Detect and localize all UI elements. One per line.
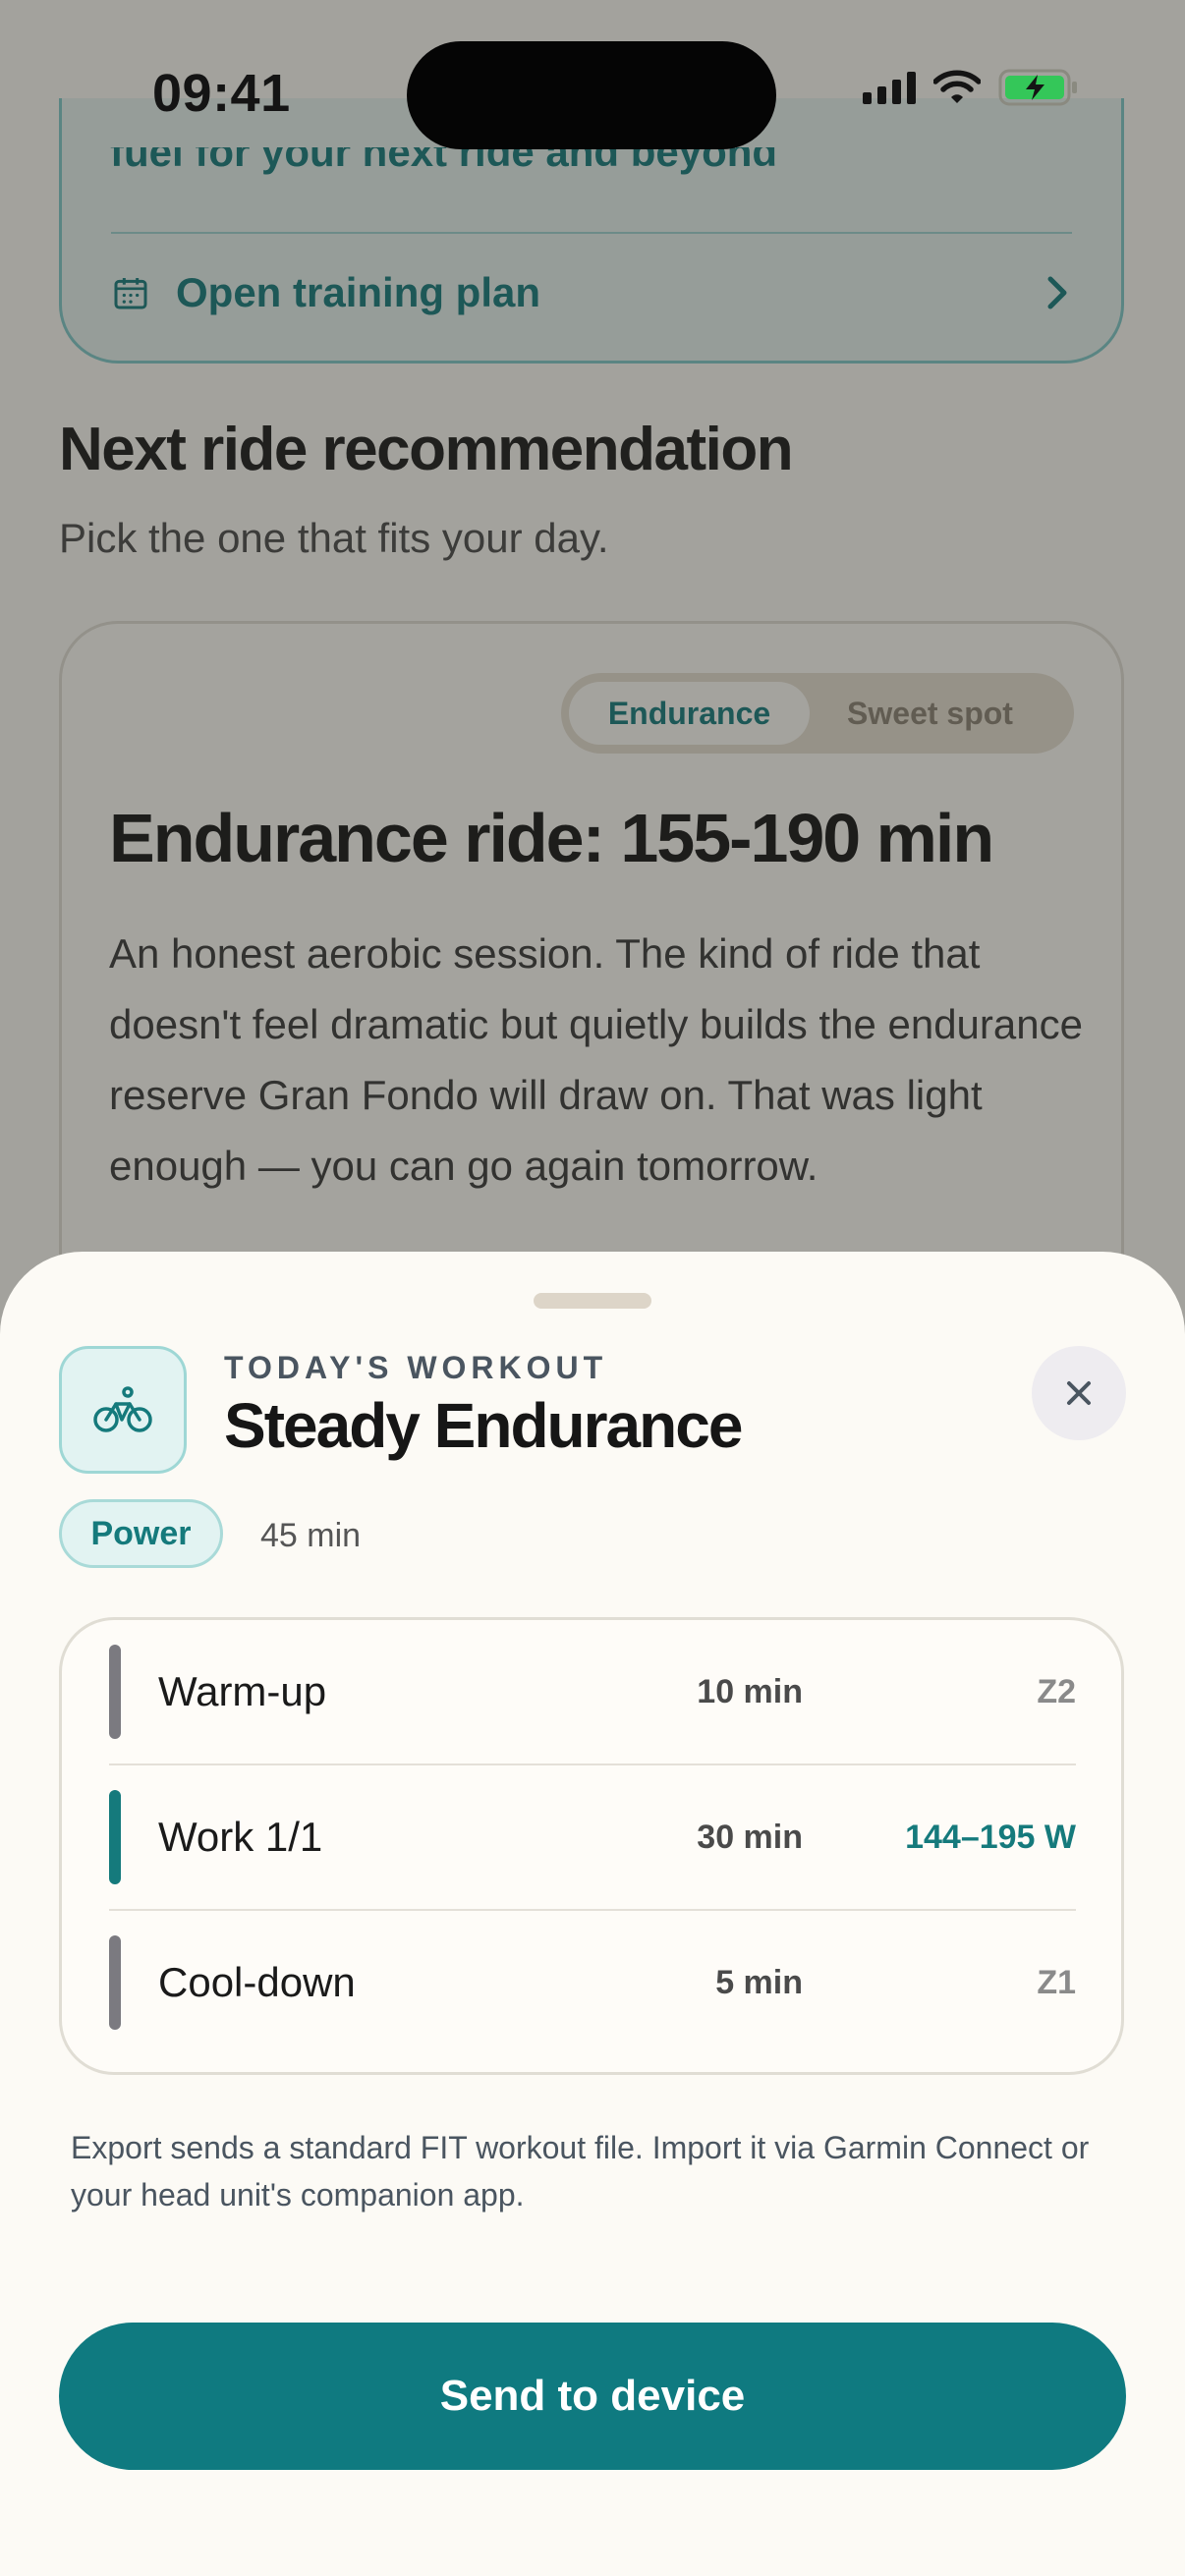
- workout-icon-tile: [59, 1346, 187, 1474]
- workout-title: Steady Endurance: [224, 1390, 743, 1461]
- workout-step-row: Warm-up 10 min Z2: [109, 1620, 1076, 1764]
- step-duration: 10 min: [697, 1672, 803, 1710]
- step-target: 144–195 W: [905, 1818, 1076, 1856]
- bicycle-icon: [93, 1386, 152, 1432]
- status-time: 09:41: [152, 64, 291, 123]
- close-icon: [1067, 1381, 1091, 1405]
- step-name: Cool-down: [158, 1959, 356, 2005]
- step-target: Z2: [1037, 1672, 1076, 1710]
- step-intensity-bar: [109, 1935, 121, 2030]
- workout-bottom-sheet: TODAY'S WORKOUT Steady Endurance Power 4…: [0, 1252, 1185, 2576]
- step-name: Warm-up: [158, 1668, 327, 1714]
- workout-step-row: Cool-down 5 min Z1: [109, 1911, 1076, 2054]
- step-target: Z1: [1037, 1963, 1076, 2001]
- step-intensity-bar: [109, 1645, 121, 1739]
- status-icons: [863, 69, 1079, 106]
- wifi-icon: [933, 70, 981, 103]
- power-mode-badge: Power: [59, 1499, 223, 1568]
- status-bar: 09:41: [0, 0, 1185, 187]
- sheet-grabber[interactable]: [534, 1293, 651, 1309]
- screen: Open training plan fuel for your next ri…: [0, 0, 1185, 2576]
- dynamic-island: [407, 41, 776, 149]
- step-duration: 30 min: [697, 1818, 803, 1856]
- step-intensity-bar: [109, 1790, 121, 1884]
- step-name: Work 1/1: [158, 1814, 323, 1860]
- cellular-signal-icon: [863, 71, 916, 104]
- sheet-eyebrow: TODAY'S WORKOUT: [224, 1350, 608, 1385]
- workout-step-row: Work 1/1 30 min 144–195 W: [109, 1765, 1076, 1909]
- workout-duration: 45 min: [260, 1517, 362, 1554]
- close-button[interactable]: [1032, 1346, 1126, 1440]
- workout-steps-card: Warm-up 10 min Z2 Work 1/1 30 min 144–19…: [59, 1617, 1124, 2075]
- step-duration: 5 min: [715, 1963, 803, 2001]
- export-note: Export sends a standard FIT workout file…: [71, 2130, 1090, 2212]
- send-to-device-button[interactable]: Send to device: [59, 2323, 1126, 2470]
- battery-charging-icon: [998, 69, 1077, 106]
